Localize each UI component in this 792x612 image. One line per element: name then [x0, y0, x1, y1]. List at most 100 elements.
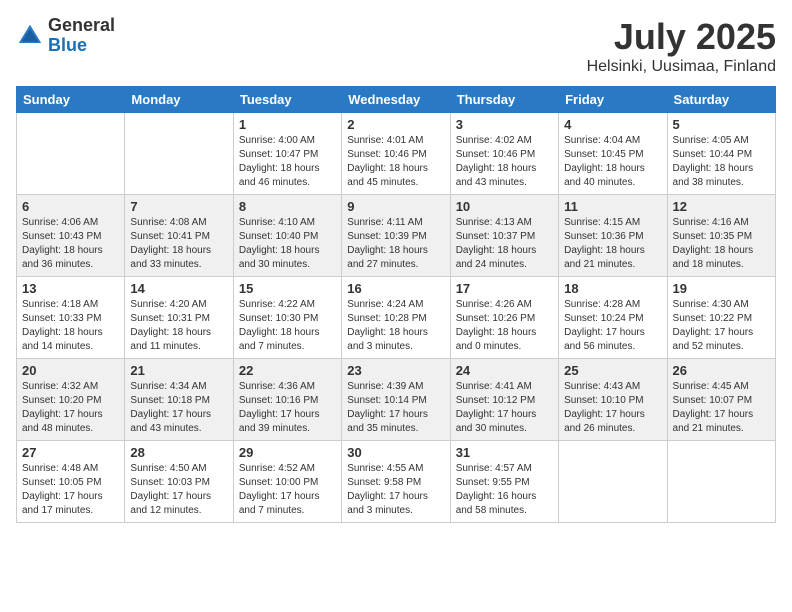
header-sunday: Sunday	[17, 87, 125, 113]
calendar-cell: 25Sunrise: 4:43 AMSunset: 10:10 PMDaylig…	[559, 359, 667, 441]
calendar-cell: 2 Sunrise: 4:01 AMSunset: 10:46 PMDayligh…	[342, 113, 450, 195]
calendar-location: Helsinki, Uusimaa, Finland	[587, 58, 776, 76]
logo-text: General Blue	[48, 16, 115, 56]
day-info: Sunrise: 4:52 AMSunset: 10:00 PMDaylight…	[239, 462, 336, 518]
calendar-cell	[667, 441, 775, 523]
calendar-week-row: 27Sunrise: 4:48 AMSunset: 10:05 PMDaylig…	[17, 441, 776, 523]
day-info: Sunrise: 4:13 AMSunset: 10:37 PMDaylight…	[456, 216, 553, 272]
day-number: 13	[22, 281, 119, 296]
day-number: 26	[673, 363, 770, 378]
day-number: 18	[564, 281, 661, 296]
calendar-cell	[17, 113, 125, 195]
day-info: Sunrise: 4:43 AMSunset: 10:10 PMDaylight…	[564, 380, 661, 436]
page-header: General Blue July 2025 Helsinki, Uusimaa…	[16, 16, 776, 76]
day-info: Sunrise: 4:05 AMSunset: 10:44 PMDaylight…	[673, 134, 770, 190]
day-number: 20	[22, 363, 119, 378]
calendar-cell: 9 Sunrise: 4:11 AMSunset: 10:39 PMDayligh…	[342, 195, 450, 277]
calendar-cell: 24Sunrise: 4:41 AMSunset: 10:12 PMDaylig…	[450, 359, 558, 441]
calendar-week-row: 1 Sunrise: 4:00 AMSunset: 10:47 PMDayligh…	[17, 113, 776, 195]
calendar-cell: 11 Sunrise: 4:15 AMSunset: 10:36 PMDaylig…	[559, 195, 667, 277]
calendar-cell: 13 Sunrise: 4:18 AMSunset: 10:33 PMDaylig…	[17, 277, 125, 359]
day-number: 9	[347, 199, 444, 214]
logo-blue-text: Blue	[48, 36, 115, 56]
day-number: 8	[239, 199, 336, 214]
header-saturday: Saturday	[667, 87, 775, 113]
day-number: 11	[564, 199, 661, 214]
day-number: 6	[22, 199, 119, 214]
day-info: Sunrise: 4:06 AMSunset: 10:43 PMDaylight…	[22, 216, 119, 272]
day-number: 14	[130, 281, 227, 296]
calendar-week-row: 6 Sunrise: 4:06 AMSunset: 10:43 PMDayligh…	[17, 195, 776, 277]
day-info: Sunrise: 4:48 AMSunset: 10:05 PMDaylight…	[22, 462, 119, 518]
day-number: 5	[673, 117, 770, 132]
day-info: Sunrise: 4:32 AMSunset: 10:20 PMDaylight…	[22, 380, 119, 436]
day-info: Sunrise: 4:01 AMSunset: 10:46 PMDaylight…	[347, 134, 444, 190]
day-info: Sunrise: 4:04 AMSunset: 10:45 PMDaylight…	[564, 134, 661, 190]
calendar-cell: 29 Sunrise: 4:52 AMSunset: 10:00 PMDaylig…	[233, 441, 341, 523]
day-info: Sunrise: 4:55 AMSunset: 9:58 PMDaylight:…	[347, 462, 444, 518]
calendar-cell: 20 Sunrise: 4:32 AMSunset: 10:20 PMDaylig…	[17, 359, 125, 441]
day-number: 16	[347, 281, 444, 296]
day-info: Sunrise: 4:36 AMSunset: 10:16 PMDaylight…	[239, 380, 336, 436]
title-block: July 2025 Helsinki, Uusimaa, Finland	[587, 16, 776, 76]
calendar-cell: 7Sunrise: 4:08 AMSunset: 10:41 PMDayligh…	[125, 195, 233, 277]
day-number: 17	[456, 281, 553, 296]
day-info: Sunrise: 4:10 AMSunset: 10:40 PMDaylight…	[239, 216, 336, 272]
day-number: 22	[239, 363, 336, 378]
calendar-cell	[125, 113, 233, 195]
day-number: 23	[347, 363, 444, 378]
calendar-cell: 22 Sunrise: 4:36 AMSunset: 10:16 PMDaylig…	[233, 359, 341, 441]
header-thursday: Thursday	[450, 87, 558, 113]
day-info: Sunrise: 4:11 AMSunset: 10:39 PMDaylight…	[347, 216, 444, 272]
calendar-cell: 8 Sunrise: 4:10 AMSunset: 10:40 PMDayligh…	[233, 195, 341, 277]
day-info: Sunrise: 4:00 AMSunset: 10:47 PMDaylight…	[239, 134, 336, 190]
calendar-week-row: 13 Sunrise: 4:18 AMSunset: 10:33 PMDaylig…	[17, 277, 776, 359]
calendar-cell: 15Sunrise: 4:22 AMSunset: 10:30 PMDaylig…	[233, 277, 341, 359]
day-info: Sunrise: 4:16 AMSunset: 10:35 PMDaylight…	[673, 216, 770, 272]
day-info: Sunrise: 4:20 AMSunset: 10:31 PMDaylight…	[130, 298, 227, 354]
day-number: 1	[239, 117, 336, 132]
calendar-cell	[559, 441, 667, 523]
day-info: Sunrise: 4:15 AMSunset: 10:36 PMDaylight…	[564, 216, 661, 272]
day-number: 21	[130, 363, 227, 378]
day-info: Sunrise: 4:39 AMSunset: 10:14 PMDaylight…	[347, 380, 444, 436]
calendar-cell: 19 Sunrise: 4:30 AMSunset: 10:22 PMDaylig…	[667, 277, 775, 359]
calendar-cell: 1 Sunrise: 4:00 AMSunset: 10:47 PMDayligh…	[233, 113, 341, 195]
calendar-cell: 16Sunrise: 4:24 AMSunset: 10:28 PMDaylig…	[342, 277, 450, 359]
day-info: Sunrise: 4:30 AMSunset: 10:22 PMDaylight…	[673, 298, 770, 354]
header-monday: Monday	[125, 87, 233, 113]
header-friday: Friday	[559, 87, 667, 113]
day-info: Sunrise: 4:50 AMSunset: 10:03 PMDaylight…	[130, 462, 227, 518]
day-info: Sunrise: 4:41 AMSunset: 10:12 PMDaylight…	[456, 380, 553, 436]
calendar-week-row: 20 Sunrise: 4:32 AMSunset: 10:20 PMDaylig…	[17, 359, 776, 441]
day-info: Sunrise: 4:02 AMSunset: 10:46 PMDaylight…	[456, 134, 553, 190]
day-number: 15	[239, 281, 336, 296]
day-info: Sunrise: 4:34 AMSunset: 10:18 PMDaylight…	[130, 380, 227, 436]
day-info: Sunrise: 4:08 AMSunset: 10:41 PMDaylight…	[130, 216, 227, 272]
logo: General Blue	[16, 16, 115, 56]
day-info: Sunrise: 4:28 AMSunset: 10:24 PMDaylight…	[564, 298, 661, 354]
logo-general-text: General	[48, 16, 115, 36]
calendar-cell: 21 Sunrise: 4:34 AMSunset: 10:18 PMDaylig…	[125, 359, 233, 441]
calendar-cell: 14 Sunrise: 4:20 AMSunset: 10:31 PMDaylig…	[125, 277, 233, 359]
calendar-cell: 3Sunrise: 4:02 AMSunset: 10:46 PMDayligh…	[450, 113, 558, 195]
day-number: 29	[239, 445, 336, 460]
logo-icon	[16, 22, 44, 50]
calendar-cell: 4Sunrise: 4:04 AMSunset: 10:45 PMDayligh…	[559, 113, 667, 195]
header-tuesday: Tuesday	[233, 87, 341, 113]
calendar-cell: 6 Sunrise: 4:06 AMSunset: 10:43 PMDayligh…	[17, 195, 125, 277]
day-info: Sunrise: 4:26 AMSunset: 10:26 PMDaylight…	[456, 298, 553, 354]
header-wednesday: Wednesday	[342, 87, 450, 113]
day-number: 31	[456, 445, 553, 460]
calendar-cell: 5 Sunrise: 4:05 AMSunset: 10:44 PMDayligh…	[667, 113, 775, 195]
day-number: 19	[673, 281, 770, 296]
calendar-cell: 28 Sunrise: 4:50 AMSunset: 10:03 PMDaylig…	[125, 441, 233, 523]
calendar-table: SundayMondayTuesdayWednesdayThursdayFrid…	[16, 86, 776, 523]
day-number: 30	[347, 445, 444, 460]
day-info: Sunrise: 4:57 AMSunset: 9:55 PMDaylight:…	[456, 462, 553, 518]
calendar-cell: 12Sunrise: 4:16 AMSunset: 10:35 PMDaylig…	[667, 195, 775, 277]
calendar-header-row: SundayMondayTuesdayWednesdayThursdayFrid…	[17, 87, 776, 113]
day-number: 28	[130, 445, 227, 460]
day-info: Sunrise: 4:18 AMSunset: 10:33 PMDaylight…	[22, 298, 119, 354]
day-number: 2	[347, 117, 444, 132]
